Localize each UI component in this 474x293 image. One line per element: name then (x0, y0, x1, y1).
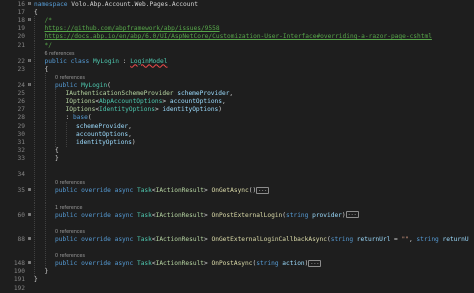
code-token: action (282, 260, 305, 268)
code-token: string (286, 211, 313, 219)
code-token: OnPostExternalLogin (211, 211, 283, 219)
code-token: , (222, 98, 226, 106)
code-token: IActionResult (155, 211, 205, 219)
code-token: AbpAccountOptions (99, 98, 163, 106)
code-token: : (119, 57, 131, 65)
code-token: IOptions (65, 106, 96, 114)
code-token: Task (136, 211, 152, 219)
code-token: } (34, 276, 38, 284)
code-editor[interactable]: 16 ⊟ namespace Volo.Abp.Account.Web.Pages.… (0, 0, 474, 292)
comment-link[interactable]: https://docs.abp.io/en/abp/6.0/UI/AspNet… (45, 33, 432, 40)
code-token: OnGetAsync (211, 187, 249, 195)
code-token: IdentityOptions (99, 106, 155, 114)
code-token: Volo.Abp.Account.Web.Pages.Account (71, 1, 198, 8)
code-token: IActionResult (155, 260, 205, 268)
comment-link[interactable]: https://github.com/abpframework/abp/issu… (45, 25, 220, 32)
code-token: MyLogin (92, 57, 120, 65)
code-token: ( (107, 82, 111, 89)
code-token: returnUrl (356, 235, 391, 243)
code-token: : (65, 114, 73, 122)
code-token: } (44, 268, 49, 276)
code-token: public override async (55, 211, 137, 219)
code-line[interactable]: 192 (0, 284, 474, 293)
code-token: base (72, 114, 88, 122)
code-token: IActionResult (155, 235, 205, 243)
line-number: 192 (13, 284, 25, 292)
code-token: "" (401, 235, 409, 243)
code-token: string (330, 235, 357, 243)
code-token: OnGetExternalLoginCallbackAsync (211, 235, 327, 243)
code-token: { (44, 65, 49, 73)
code-token: identityOptions (162, 106, 219, 114)
code-token: string (416, 235, 443, 243)
code-token: public override async (55, 187, 137, 195)
code-token: IActionResult (155, 187, 205, 195)
code-token: public override async (55, 260, 137, 268)
code-token: > (204, 235, 212, 243)
code-token: LoginModel (130, 57, 168, 65)
collapsed-region-button[interactable]: ... (345, 211, 359, 219)
code-token: accountOptions (169, 98, 222, 106)
code-token: returnU (442, 235, 469, 243)
code-token: identityOptions (76, 138, 132, 146)
code-token: IAuthenticationSchemeProvider (65, 90, 174, 98)
code-token: namespace (34, 1, 72, 8)
code-token: } (55, 154, 59, 162)
code-token: string (256, 260, 283, 268)
code-token: public override async (55, 235, 137, 243)
code-token: OnPostAsync (211, 260, 253, 268)
collapsed-region-button[interactable]: ... (256, 186, 270, 194)
code-token: Task (136, 187, 152, 195)
code-token: MyLogin (81, 82, 108, 89)
code-token: */ (44, 41, 52, 49)
code-token: public (55, 82, 82, 89)
code-token: , (128, 122, 132, 130)
code-token: > (162, 98, 170, 106)
code-token: schemeProvider (76, 122, 129, 130)
code-token: > (204, 260, 212, 268)
code-token: Task (136, 235, 152, 243)
code-token: public class (44, 57, 93, 65)
code-token: provider (312, 211, 342, 219)
code-token: { (55, 146, 59, 154)
code-token: schemeProvider (177, 90, 230, 98)
code-token: Task (136, 260, 152, 268)
code-token: IOptions (65, 98, 96, 106)
code-token: = (390, 235, 402, 243)
code-token: ) (218, 106, 223, 114)
code-token: > (204, 187, 212, 195)
code-token: , (229, 90, 234, 98)
code-token: ) (131, 138, 136, 146)
code-token: , (128, 130, 132, 138)
code-token: ( (87, 114, 92, 122)
code-token: () (248, 187, 257, 195)
code-token: accountOptions (76, 130, 129, 138)
code-token: /* (44, 17, 52, 25)
code-token: > (204, 211, 212, 219)
code-token: { (34, 9, 38, 17)
collapsed-region-button[interactable]: ... (308, 259, 322, 267)
